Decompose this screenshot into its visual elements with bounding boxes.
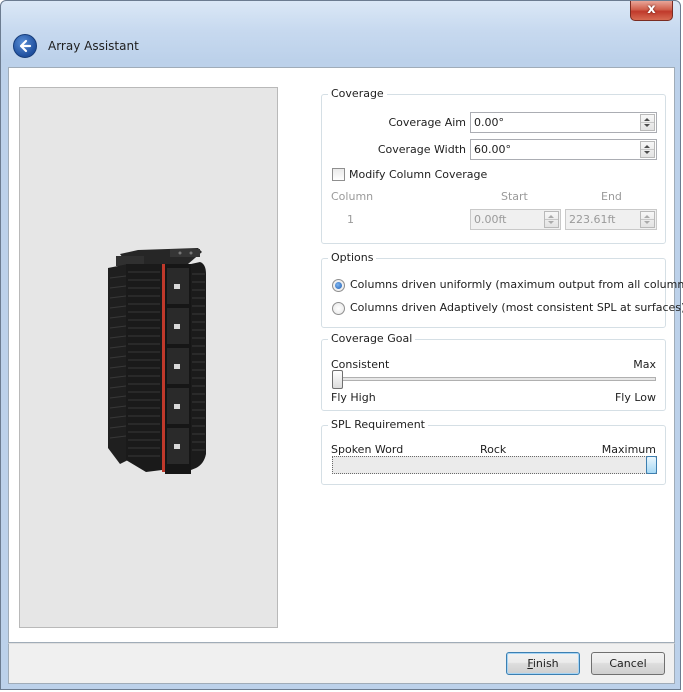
spl-requirement-group-title: SPL Requirement xyxy=(328,418,428,431)
spl-requirement-group: SPL Requirement Spoken Word Rock Maximum xyxy=(321,418,666,485)
column-end-value[interactable]: 223.61ft xyxy=(569,213,615,226)
coverage-goal-fly-high-label: Fly High xyxy=(331,391,376,404)
coverage-width-spinner[interactable]: 60.00° xyxy=(470,139,657,160)
spl-requirement-slider-thumb[interactable] xyxy=(646,456,657,474)
radio-uniform[interactable] xyxy=(332,279,345,292)
spin-down-icon[interactable] xyxy=(644,124,650,127)
coverage-aim-spinner[interactable]: 0.00° xyxy=(470,112,657,133)
options-group: Options Columns driven uniformly (maximu… xyxy=(321,251,683,328)
column-start-spinner[interactable]: 0.00ft xyxy=(470,209,561,230)
spin-up-icon[interactable] xyxy=(644,215,650,218)
spl-spoken-word-label: Spoken Word xyxy=(331,443,404,456)
radio-uniform-label[interactable]: Columns driven uniformly (maximum output… xyxy=(350,278,683,291)
speaker-preview[interactable] xyxy=(19,87,278,628)
coverage-aim-value[interactable]: 0.00° xyxy=(474,116,504,129)
spin-up-icon[interactable] xyxy=(548,215,554,218)
window-title: Array Assistant xyxy=(48,39,139,53)
modify-column-coverage-checkbox[interactable] xyxy=(332,168,345,181)
spin-down-icon[interactable] xyxy=(644,221,650,224)
back-button[interactable] xyxy=(13,34,37,58)
spl-requirement-slider[interactable] xyxy=(332,456,657,474)
radio-adaptive[interactable] xyxy=(332,302,345,315)
coverage-aim-label: Coverage Aim xyxy=(388,116,467,129)
coverage-goal-group-title: Coverage Goal xyxy=(328,332,416,345)
coverage-width-arrows[interactable] xyxy=(640,141,655,158)
array-assistant-window: x Array Assistant Coverage Coverage Aim … xyxy=(0,0,683,690)
coverage-goal-max-label: Max xyxy=(633,358,656,371)
close-icon: x xyxy=(647,2,656,17)
coverage-group-title: Coverage xyxy=(328,87,387,100)
column-header: Column xyxy=(331,190,374,203)
spin-down-icon[interactable] xyxy=(644,151,650,154)
close-button[interactable]: x xyxy=(630,1,673,21)
coverage-goal-track[interactable] xyxy=(332,377,656,381)
coverage-group: Coverage Coverage Aim 0.00° Coverage Wid… xyxy=(321,87,666,244)
coverage-width-value[interactable]: 60.00° xyxy=(474,143,511,156)
end-header: End xyxy=(601,190,622,203)
column-number: 1 xyxy=(347,213,354,226)
spin-up-icon[interactable] xyxy=(644,118,650,121)
main-content: Coverage Coverage Aim 0.00° Coverage Wid… xyxy=(8,67,683,643)
column-end-spinner[interactable]: 223.61ft xyxy=(565,209,657,230)
dialog-footer: Finish Cancel xyxy=(8,643,675,684)
coverage-goal-fly-low-label: Fly Low xyxy=(614,391,656,404)
coverage-width-label: Coverage Width xyxy=(377,143,466,156)
radio-adaptive-label[interactable]: Columns driven Adaptively (most consiste… xyxy=(350,301,683,314)
coverage-goal-slider-thumb[interactable] xyxy=(332,370,343,389)
cancel-button[interactable]: Cancel xyxy=(591,652,665,675)
speaker-array-image xyxy=(108,248,206,474)
coverage-goal-group: Coverage Goal Consistent Max Fly High Fl… xyxy=(321,332,666,411)
start-header: Start xyxy=(501,190,528,203)
spl-maximum-label: Maximum xyxy=(601,443,656,456)
modify-column-coverage-label[interactable]: Modify Column Coverage xyxy=(349,168,487,181)
title-bar: x Array Assistant xyxy=(1,1,680,67)
column-end-arrows[interactable] xyxy=(640,211,655,228)
spin-up-icon[interactable] xyxy=(644,145,650,148)
options-group-title: Options xyxy=(328,251,377,264)
spl-rock-label: Rock xyxy=(480,443,507,456)
coverage-aim-arrows[interactable] xyxy=(640,114,655,131)
column-start-value[interactable]: 0.00ft xyxy=(474,213,506,226)
column-start-arrows[interactable] xyxy=(544,211,559,228)
finish-button[interactable]: Finish xyxy=(506,652,580,675)
spin-down-icon[interactable] xyxy=(548,221,554,224)
arrow-left-icon xyxy=(19,39,32,53)
finish-label: inish xyxy=(532,657,559,670)
